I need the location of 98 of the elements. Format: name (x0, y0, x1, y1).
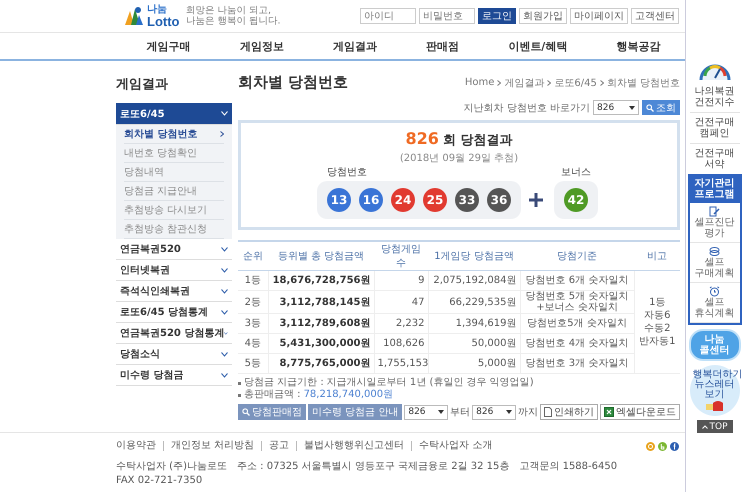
footer-link[interactable]: 불법사행행위신고센터 (296, 441, 412, 451)
print-button[interactable]: 인쇄하기 (540, 404, 598, 420)
program-link[interactable]: 셀프 구매계획 (690, 243, 740, 283)
fax-text: FAX 02-721-7350 (116, 475, 202, 486)
breadcrumb-link[interactable]: 게임결과 (504, 76, 544, 90)
table-cell: 50,000원 (428, 334, 520, 354)
address-text: 주소 : 07325 서울특별시 영등포구 국제금융로 2길 32 15층 (236, 460, 510, 473)
column-header: 등위별 총 당첨금액 (268, 241, 374, 270)
phone-text: 고객문의 1588-6450 (519, 460, 618, 473)
column-header: 1게임당 당첨금액 (428, 241, 520, 270)
password-field[interactable]: 비밀번호 (419, 8, 476, 24)
footer-link[interactable]: 수탁사업자 소개 (411, 441, 500, 451)
table-cell: 1,394,619원 (428, 314, 520, 334)
nav-item[interactable]: 행복공감 (616, 38, 660, 54)
criteria-cell: 당첨번호 3개 숫자일치 (520, 354, 634, 374)
note-value: 지급개시일로부터 1년 (휴일인 경우 익영업일) (326, 377, 534, 389)
table-cell: 18,676,728,756원 (268, 270, 374, 290)
rank-cell: 4등 (238, 334, 268, 354)
header-button[interactable]: 회원가입 (519, 8, 568, 24)
round-number: 826 (406, 129, 439, 148)
table-cell: 3,112,789,608원 (268, 314, 374, 334)
column-header: 순위 (238, 241, 268, 270)
column-header: 비고 (634, 241, 680, 270)
result-title: 회 당첨결과 (442, 132, 512, 149)
criteria-cell: 당첨번호 6개 숫자일치 (520, 270, 634, 290)
rank-cell: 3등 (238, 314, 268, 334)
round-select[interactable]: 826 (593, 100, 639, 115)
breadcrumb-link[interactable]: Home (464, 77, 494, 88)
section-title: 게임결과 (116, 76, 169, 93)
header-button[interactable]: 고객센터 (631, 8, 680, 24)
number-ball: 25 (423, 188, 447, 212)
table-cell: 5,000원 (428, 354, 520, 374)
logo-text: 나눔 (147, 4, 168, 14)
index-label[interactable]: 나의복권 건전지수 (686, 86, 743, 108)
program-link[interactable]: 셀프진단 평가 (690, 203, 740, 243)
note-value: 78,218,740,000원 (304, 389, 394, 401)
number-ball: 36 (487, 188, 511, 212)
rank-cell: 5등 (238, 354, 268, 374)
note-label: 당첨금 지급기한 : (244, 377, 324, 389)
from-label: 부터 (450, 406, 470, 419)
footer-link[interactable]: 이용약관 (116, 441, 163, 451)
numbers-label: 당첨번호 (327, 166, 367, 179)
sidebar-subitem[interactable]: 회차별 당첨번호 (124, 125, 224, 144)
note-cell: 1등 자동6 수동2 반자동1 (634, 270, 680, 374)
from-select[interactable]: 826 (404, 404, 448, 420)
top-button[interactable]: TOP (696, 420, 733, 433)
login-button[interactable]: 로그인 (478, 8, 516, 24)
nav-item[interactable]: 판매점 (426, 38, 460, 54)
table-cell: 5,431,300,000원 (268, 334, 374, 354)
table-cell: 9 (374, 270, 428, 290)
to-select[interactable]: 826 (472, 404, 516, 420)
note-label: 총판매금액 : (244, 389, 301, 401)
program-title: 자기관리 프로그램 (694, 178, 736, 200)
logo-wordmark: Lotto (147, 14, 180, 28)
table-cell: 3,112,788,145원 (268, 290, 374, 314)
page-title: 회차별 당첨번호 (238, 73, 348, 92)
sidebar-item[interactable]: 로또6/45 (116, 103, 232, 125)
table-cell: 108,626 (374, 334, 428, 354)
number-ball: 33 (455, 188, 479, 212)
nav-item[interactable]: 게임구매 (146, 38, 191, 54)
nav-item[interactable]: 게임결과 (332, 38, 377, 54)
number-ball: 13 (327, 188, 351, 212)
column-header: 당첨기준 (520, 241, 634, 270)
program-link[interactable]: 셀프 휴식계획 (690, 283, 740, 323)
breadcrumb-link[interactable]: 회차별 당첨번호 (606, 76, 680, 90)
search-button[interactable]: 조회 (642, 100, 680, 115)
number-ball: 16 (359, 188, 383, 212)
to-label: 까지 (518, 406, 538, 419)
picker-label: 지난회차 당첨번호 바로가기 (464, 102, 590, 114)
rank-cell: 1등 (238, 270, 268, 290)
company-name: 수탁사업자 (주)나눔로또 (116, 460, 227, 473)
campaign-link[interactable]: 건전구매 캠페인 (690, 112, 740, 139)
nav-item[interactable]: 이벤트/혜택 (508, 38, 568, 54)
breadcrumb-link[interactable]: 로또6/45 (554, 76, 597, 90)
criteria-cell: 당첨번호5개 숫자일치 (520, 314, 634, 334)
nav-item[interactable]: 게임정보 (240, 38, 284, 54)
header-button[interactable]: 마이페이지 (570, 8, 628, 24)
table-cell: 66,229,535원 (428, 290, 520, 314)
table-cell: 1,755,153 (374, 354, 428, 374)
rank-cell: 2등 (238, 290, 268, 314)
criteria-cell: 당첨번호 5개 숫자일치 +보너스 숫자일치 (520, 290, 634, 314)
bonus-label: 보너스 (561, 166, 591, 179)
id-field[interactable]: 아이디 (360, 8, 416, 24)
footer-link[interactable]: 개인정보 처리방침 (163, 441, 262, 451)
excel-button[interactable]: 엑셀다운로드 (600, 404, 680, 420)
tagline: 희망은 나눔이 되고, 나눔은 행복이 됩니다. (186, 6, 282, 26)
draw-date: (2018년 09월 29일 추첨) (400, 152, 518, 165)
bonus-ball: 42 (564, 188, 588, 212)
column-header: 당첨게임 수 (374, 241, 428, 270)
table-cell: 47 (374, 290, 428, 314)
newsletter-link[interactable]: 행복더하기 뉴스레터 보기 (690, 365, 740, 416)
criteria-cell: 당첨번호 4개 숫자일치 (520, 334, 634, 354)
table-cell: 2,075,192,084원 (428, 270, 520, 290)
number-ball: 24 (391, 188, 415, 212)
table-cell: 8,775,765,000원 (268, 354, 374, 374)
table-cell: 2,232 (374, 314, 428, 334)
campaign-link[interactable]: 건전구매 서약 (690, 143, 740, 170)
footer-link[interactable]: 공고 (261, 441, 296, 451)
